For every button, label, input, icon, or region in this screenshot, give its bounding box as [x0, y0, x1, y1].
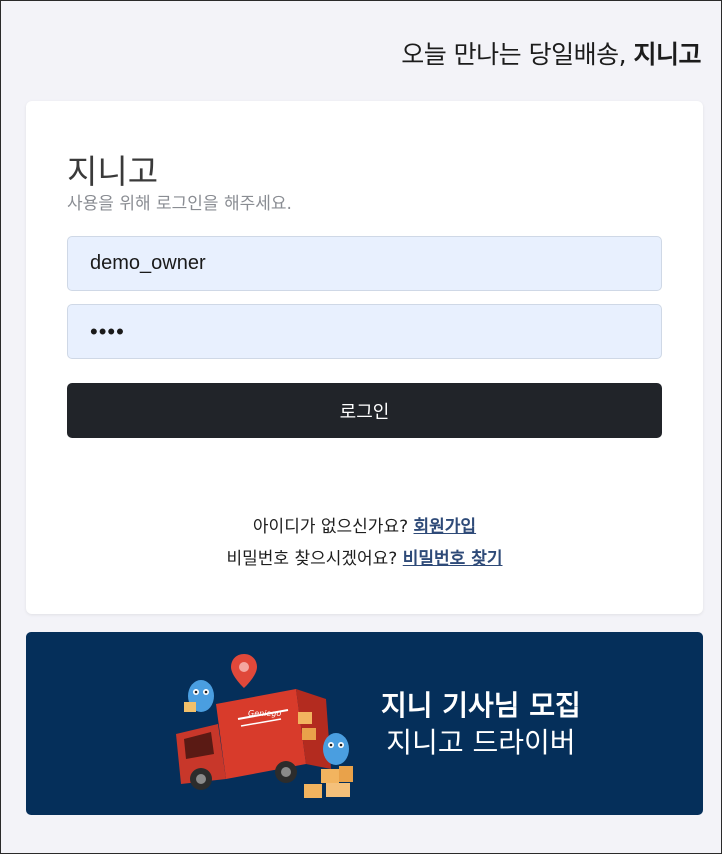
username-input[interactable]	[67, 236, 662, 291]
find-password-row: 비밀번호 찾으시겠어요? 비밀번호 찾기	[26, 543, 703, 575]
signup-link[interactable]: 회원가입	[414, 517, 477, 537]
password-input[interactable]	[67, 304, 662, 359]
find-password-link[interactable]: 비밀번호 찾기	[403, 549, 503, 569]
login-button[interactable]: 로그인	[67, 383, 662, 438]
driver-recruit-banner[interactable]: Geniego 지니 기사님 모집 지니고 드라이버	[26, 632, 703, 815]
banner-subheadline: 지니고 드라이버	[386, 726, 576, 759]
mascot-icon	[184, 680, 214, 712]
signup-prompt: 아이디가 없으신가요?	[252, 517, 409, 537]
truck-logo-text: Geniego	[248, 709, 281, 718]
tagline-text: 오늘 만나는 당일배송,	[401, 40, 627, 69]
login-subtitle: 사용을 위해 로그인을 해주세요.	[67, 194, 292, 214]
tagline-brand: 지니고	[633, 40, 701, 69]
brand-title: 지니고	[67, 152, 159, 191]
signup-row: 아이디가 없으신가요? 회원가입	[26, 511, 703, 543]
account-links: 아이디가 없으신가요? 회원가입 비밀번호 찾으시겠어요? 비밀번호 찾기	[26, 511, 703, 575]
find-password-prompt: 비밀번호 찾으시겠어요?	[226, 549, 398, 569]
delivery-truck-illustration: Geniego	[176, 654, 353, 798]
login-card: 지니고 사용을 위해 로그인을 해주세요. 로그인 아이디가 없으신가요? 회원…	[26, 101, 703, 614]
banner-headline: 지니 기사님 모집	[381, 689, 581, 722]
banner-text: 지니 기사님 모집 지니고 드라이버	[381, 687, 581, 761]
header-tagline: 오늘 만나는 당일배송, 지니고	[401, 35, 701, 71]
location-pin-icon	[231, 654, 257, 688]
